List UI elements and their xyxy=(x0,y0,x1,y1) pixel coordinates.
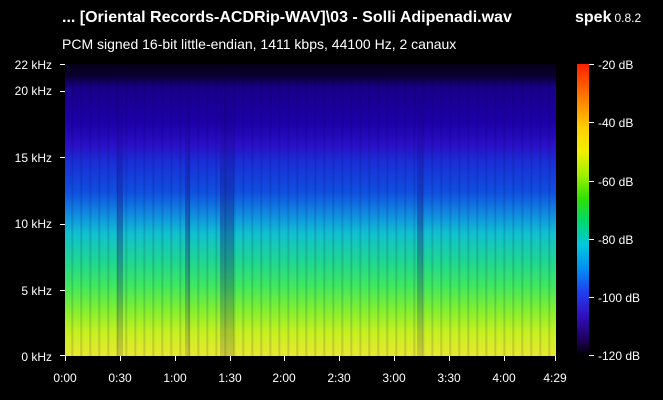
time-label: 4:00 xyxy=(492,371,516,385)
app-version: 0.8.2 xyxy=(614,11,642,25)
time-label: 3:00 xyxy=(382,371,406,385)
app-brand: spek 0.8.2 xyxy=(575,9,641,27)
level-tick xyxy=(589,181,594,182)
level-label: -20 dB xyxy=(598,58,634,72)
frequency-tick xyxy=(60,91,65,92)
spectrogram-gap xyxy=(185,64,190,356)
spectrogram-gap xyxy=(417,64,423,356)
level-label: -60 dB xyxy=(598,175,634,189)
time-label: 2:30 xyxy=(327,371,351,385)
time-tick xyxy=(65,356,66,361)
time-label: 4:29 xyxy=(543,371,567,385)
frequency-label: 5 kHz xyxy=(21,284,52,298)
time-label: 3:30 xyxy=(437,371,461,385)
time-tick xyxy=(449,356,450,361)
time-label: 0:30 xyxy=(108,371,132,385)
level-colorbar xyxy=(577,64,589,356)
spectrogram-gap xyxy=(220,64,234,356)
time-label: 2:00 xyxy=(272,371,296,385)
frequency-label: 20 kHz xyxy=(14,84,52,98)
level-label: -40 dB xyxy=(598,116,634,130)
frequency-tick xyxy=(60,290,65,291)
level-label: -80 dB xyxy=(598,233,634,247)
time-tick xyxy=(555,356,556,361)
audio-format-info: PCM signed 16-bit little-endian, 1411 kb… xyxy=(62,36,457,52)
frequency-label: 10 kHz xyxy=(14,217,52,231)
level-tick xyxy=(589,239,594,240)
time-tick xyxy=(394,356,395,361)
time-tick xyxy=(504,356,505,361)
app-name: spek xyxy=(575,9,612,26)
spectrogram[interactable] xyxy=(65,64,556,356)
frequency-tick xyxy=(60,64,65,65)
frequency-label: 15 kHz xyxy=(14,151,52,165)
time-tick xyxy=(120,356,121,361)
time-tick xyxy=(284,356,285,361)
level-tick xyxy=(589,122,594,123)
time-tick xyxy=(339,356,340,361)
level-tick xyxy=(589,355,594,356)
level-tick xyxy=(589,64,594,65)
frequency-tick xyxy=(60,224,65,225)
time-label: 1:00 xyxy=(163,371,187,385)
frequency-label: 22 kHz xyxy=(14,58,52,72)
time-label: 1:30 xyxy=(218,371,242,385)
frequency-tick xyxy=(60,157,65,158)
frequency-label: 0 kHz xyxy=(21,350,52,364)
level-label: -100 dB xyxy=(598,291,641,305)
level-tick xyxy=(589,297,594,298)
time-tick xyxy=(230,356,231,361)
file-title: ... [Oriental Records-ACDRip-WAV]\03 - S… xyxy=(62,9,512,26)
time-label: 0:00 xyxy=(53,371,77,385)
time-tick xyxy=(175,356,176,361)
spectrogram-gap xyxy=(117,64,123,356)
level-label: -120 dB xyxy=(598,349,641,363)
